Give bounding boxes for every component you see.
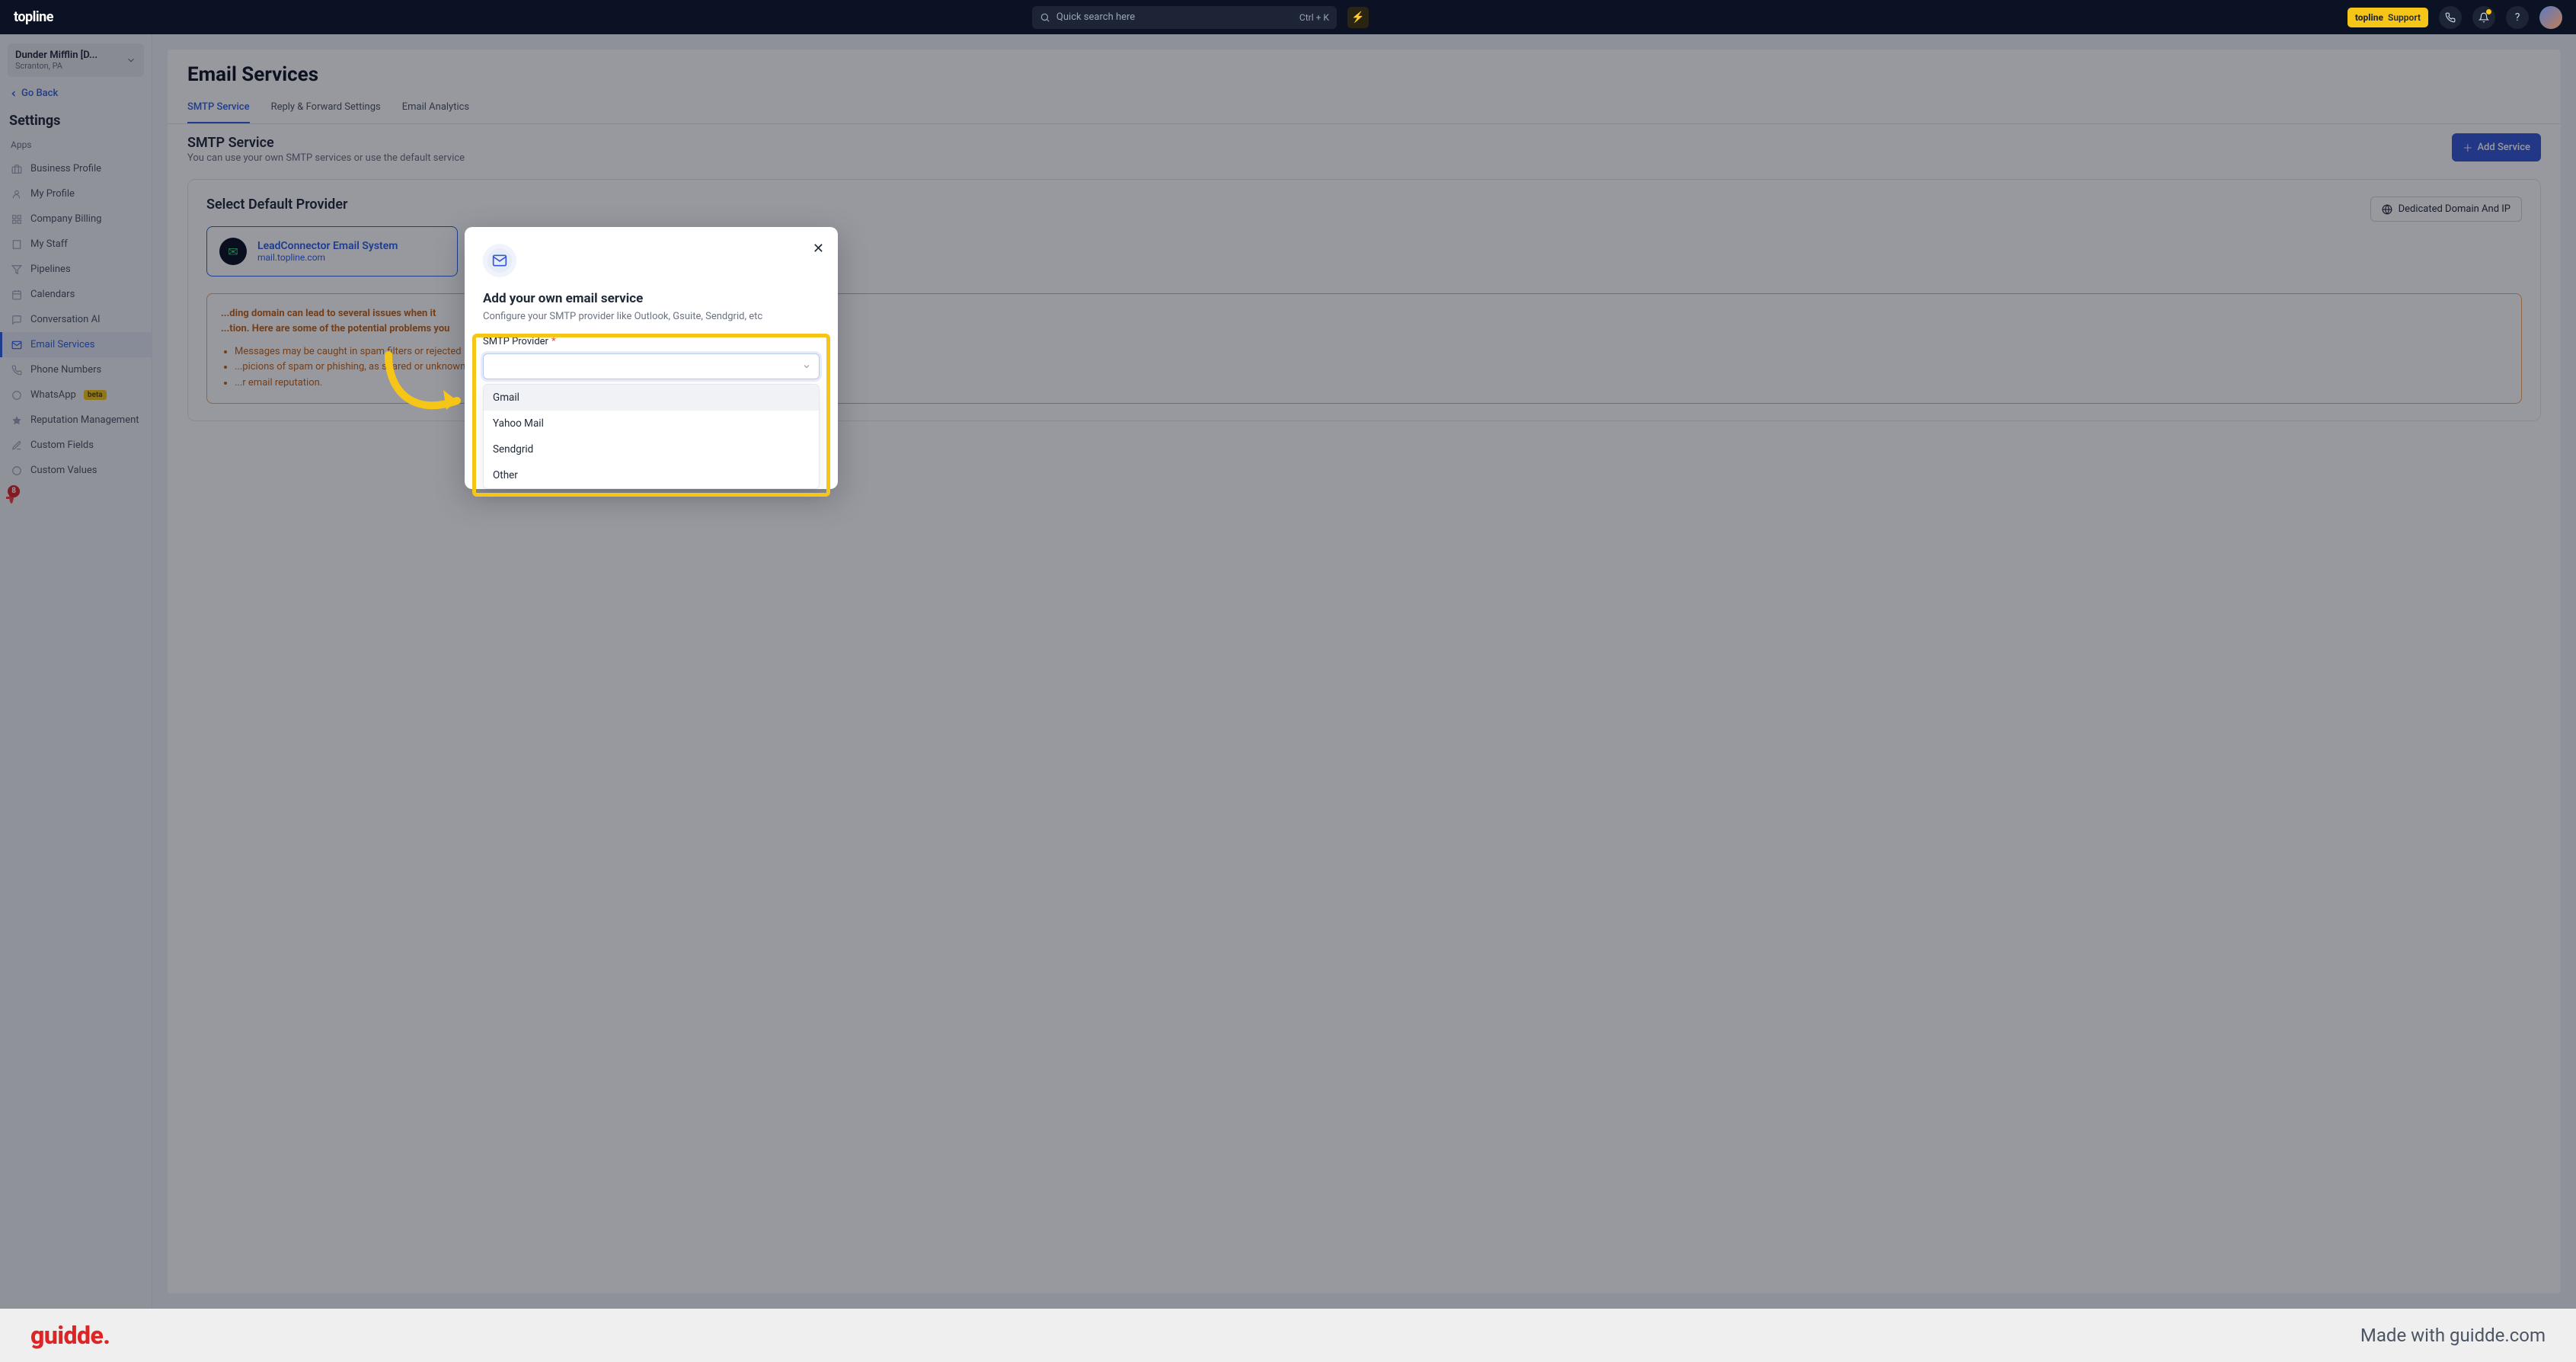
close-button[interactable]: ✕: [813, 241, 824, 257]
smtp-provider-select[interactable]: [483, 353, 820, 379]
bolt-button[interactable]: ⚡: [1347, 7, 1369, 28]
search-icon: [1040, 12, 1050, 23]
made-with-text: Made with guidde.com: [2360, 1325, 2546, 1346]
global-search[interactable]: Quick search here Ctrl + K: [1032, 6, 1337, 29]
notifications-button[interactable]: [2472, 6, 2495, 29]
option-gmail[interactable]: Gmail: [484, 385, 819, 411]
option-other[interactable]: Other: [484, 462, 819, 488]
phone-icon: [2445, 12, 2456, 23]
notification-dot: [2486, 9, 2491, 14]
support-button[interactable]: topline Support: [2347, 8, 2428, 27]
smtp-provider-label: SMTP Provider*: [483, 336, 820, 347]
user-avatar[interactable]: [2539, 6, 2562, 29]
close-icon: ✕: [813, 241, 824, 257]
question-icon: ?: [2515, 11, 2520, 24]
bolt-icon: ⚡: [1351, 11, 1364, 24]
chevron-down-icon: [802, 362, 811, 371]
brand-logo: topline: [14, 9, 53, 25]
help-button[interactable]: ?: [2506, 6, 2529, 29]
phone-button[interactable]: [2439, 6, 2462, 29]
add-email-service-modal: ✕ Add your own email service Configure y…: [465, 227, 838, 489]
option-sendgrid[interactable]: Sendgrid: [484, 436, 819, 462]
guidde-footer: guidde. Made with guidde.com: [0, 1309, 2576, 1362]
option-yahoo[interactable]: Yahoo Mail: [484, 411, 819, 436]
search-placeholder: Quick search here: [1056, 11, 1135, 23]
search-shortcut: Ctrl + K: [1299, 12, 1329, 23]
modal-backdrop[interactable]: [0, 34, 2576, 1309]
guidde-logo: guidde.: [30, 1321, 110, 1350]
smtp-provider-dropdown: Gmail Yahoo Mail Sendgrid Other: [483, 384, 820, 489]
modal-title: Add your own email service: [483, 291, 820, 306]
modal-mail-icon: [483, 244, 516, 277]
top-nav: topline Quick search here Ctrl + K ⚡ top…: [0, 0, 2576, 34]
modal-desc: Configure your SMTP provider like Outloo…: [483, 311, 820, 322]
